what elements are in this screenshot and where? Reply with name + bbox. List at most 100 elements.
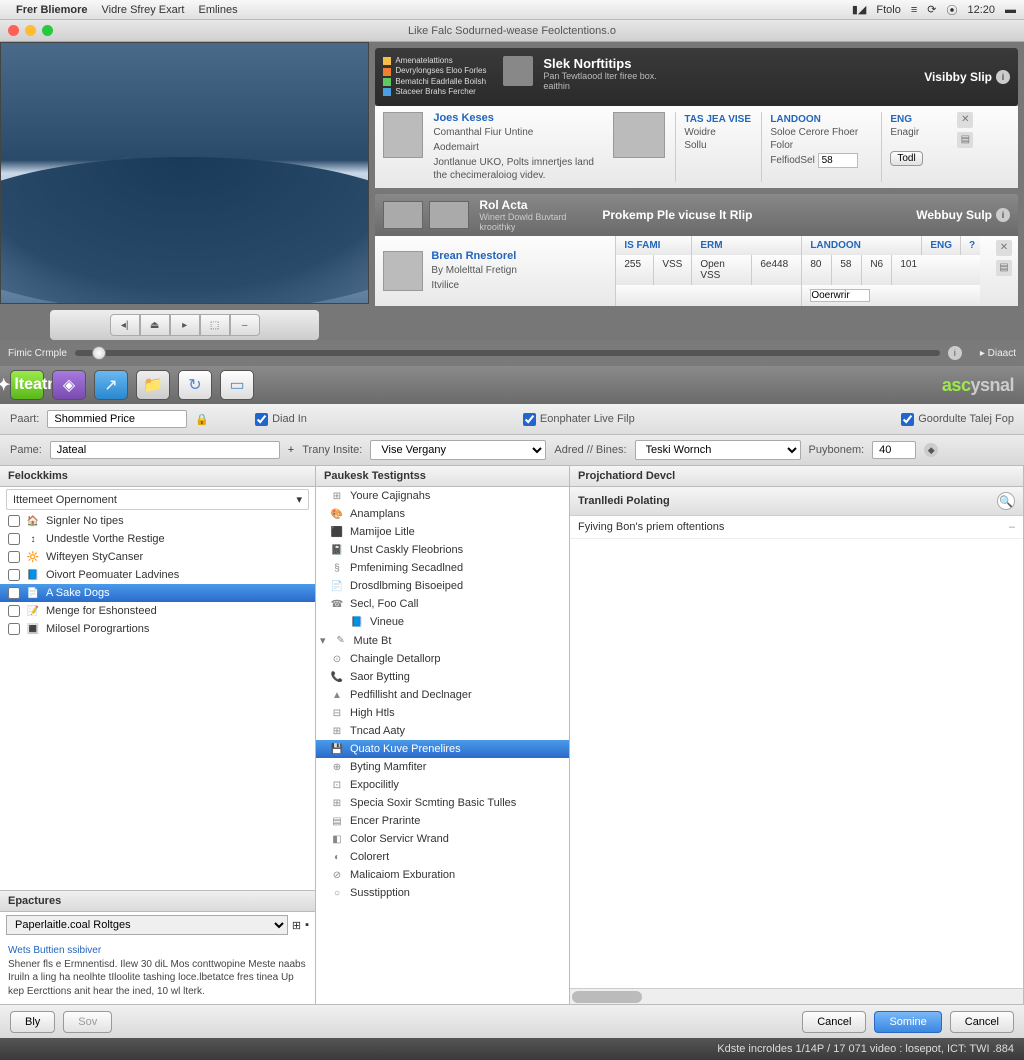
category-select[interactable]: Ittemeet Opernoment▾ (6, 489, 309, 510)
cancel-button[interactable]: Cancel (950, 1011, 1014, 1033)
list-item[interactable]: §Pmfeniming Secadlned (316, 559, 569, 577)
card-link[interactable]: Visibby Slipi (924, 56, 1010, 98)
list-item[interactable]: 🎨Anamplans (316, 505, 569, 523)
list-item[interactable]: ⊟High Htls (316, 704, 569, 722)
eonphater-checkbox[interactable]: Eonphater Live Filp (523, 413, 635, 426)
tree-checkbox[interactable] (8, 605, 20, 617)
goordulte-checkbox[interactable]: Goordulte Talej Fop (901, 413, 1014, 426)
tree-checkbox[interactable] (8, 533, 20, 545)
info-icon[interactable]: i (996, 70, 1010, 84)
more-icon[interactable]: ▪ (305, 919, 309, 931)
tree-item[interactable]: ↕Undestle Vorthe Restige (0, 530, 315, 548)
diad-checkbox[interactable]: Diad In (255, 413, 307, 426)
list-item[interactable]: ⬛Mamijoe Litle (316, 523, 569, 541)
list-item[interactable]: ○Susstipption (316, 884, 569, 902)
tree-checkbox[interactable] (8, 551, 20, 563)
menu-item[interactable]: Frer Bliemore (16, 4, 88, 16)
todl-button[interactable]: Todl (890, 151, 922, 166)
list-item[interactable]: ☎Secl, Foo Call (316, 595, 569, 613)
item-name-link[interactable]: Joes Keses (433, 112, 603, 124)
slider-thumb[interactable] (92, 346, 106, 360)
prev-button[interactable]: ◂| (110, 314, 140, 336)
stop-button[interactable]: ⬚ (200, 314, 230, 336)
tree-item[interactable]: 📘Oivort Peomuater Ladvines (0, 566, 315, 584)
tree-checkbox[interactable] (8, 515, 20, 527)
list-item[interactable]: 📄Drosdlbming Bisoeiped (316, 577, 569, 595)
tool-button[interactable]: ▭ (220, 370, 254, 400)
list-item[interactable]: ⊘Malicaiom Exburation (316, 866, 569, 884)
lock-icon[interactable]: 🔒 (195, 413, 209, 426)
time-slider[interactable] (75, 350, 940, 356)
cancel-button[interactable]: Cancel (802, 1011, 866, 1033)
list-item[interactable]: ◐Colorert (316, 848, 569, 866)
stepper-icon[interactable]: ◆ (924, 443, 938, 457)
folder-button[interactable]: 📁 (136, 370, 170, 400)
zoom-window-icon[interactable] (42, 25, 53, 36)
item-name-link[interactable]: Brean Rnestorel (431, 250, 597, 262)
close-window-icon[interactable] (8, 25, 19, 36)
list-item[interactable]: 💾Quato Kuve Prenelires (316, 740, 569, 758)
card-link[interactable]: Webbuy Sulpi (916, 208, 1010, 222)
tool-button[interactable]: ◈ (52, 370, 86, 400)
minimize-window-icon[interactable] (25, 25, 36, 36)
info-icon[interactable]: i (948, 346, 962, 360)
tree-item[interactable]: 📄A Sake Dogs (0, 584, 315, 602)
list-item[interactable]: 📘Vineue (316, 613, 569, 631)
menu-item[interactable]: Emlines (198, 4, 237, 16)
tree-item[interactable]: 🔳Milosel Porogrartions (0, 620, 315, 638)
overwrite-input[interactable] (810, 289, 870, 302)
tree-item[interactable]: 🔆Wifteyen StyCanser (0, 548, 315, 566)
list-item[interactable]: ⊙Chaingle Detallorp (316, 650, 569, 668)
feature-select[interactable]: Paperlaitle.coal Roltges (6, 915, 288, 935)
play-button[interactable]: ▸ (170, 314, 200, 336)
menu-icon[interactable]: ≡ (911, 4, 917, 16)
paart-input[interactable] (47, 410, 187, 428)
menu-item[interactable]: Vidre Sfrey Exart (102, 4, 185, 16)
add-icon[interactable]: + (288, 444, 294, 456)
item-icon: 🔳 (26, 623, 40, 635)
pame-input[interactable] (50, 441, 280, 459)
tree-item[interactable]: 📝Menge for Eshonsteed (0, 602, 315, 620)
list-item[interactable]: ⊕Byting Mamfiter (316, 758, 569, 776)
list-item[interactable]: ▾✎Mute Bt (316, 631, 569, 650)
tool-button[interactable]: ↗ (94, 370, 128, 400)
bly-button[interactable]: Bly (10, 1011, 55, 1033)
horizontal-scrollbar[interactable] (570, 988, 1023, 1004)
list-item[interactable]: ⊞Tncad Aaty (316, 722, 569, 740)
list-item[interactable]: ⊡Expocilitly (316, 776, 569, 794)
tree-item[interactable]: 🏠Signler No tipes (0, 512, 315, 530)
search-icon[interactable]: 🔍 (997, 492, 1015, 510)
tree-checkbox[interactable] (8, 569, 20, 581)
adred-label: Adred // Bines: (554, 444, 626, 456)
puy-input[interactable] (872, 441, 916, 459)
list-item[interactable]: ▤Encer Prarinte (316, 812, 569, 830)
item-icon: 🔆 (26, 551, 40, 563)
tool-button[interactable]: ↻ (178, 370, 212, 400)
list-item[interactable]: 📓Unst Caskly Fleobrions (316, 541, 569, 559)
tree-checkbox[interactable] (8, 587, 20, 599)
list-item[interactable]: ▲Pedfillisht and Declnager (316, 686, 569, 704)
list-item[interactable]: ◧Color Servicr Wrand (316, 830, 569, 848)
sync-icon[interactable]: ⟳ (927, 3, 936, 16)
list-item[interactable]: ⊞Youre Cajignahs (316, 487, 569, 505)
trany-select[interactable]: Vise Vergany (370, 440, 546, 460)
main-action-button[interactable]: ✦lteatn (10, 370, 44, 400)
somine-button[interactable]: Somine (874, 1011, 941, 1033)
field-input[interactable] (818, 153, 858, 168)
adred-select[interactable]: Teski Wornch (635, 440, 801, 460)
info-icon[interactable]: i (996, 208, 1010, 222)
list-icon[interactable]: ▤ (996, 260, 1012, 276)
eject-button[interactable]: ⏏ (140, 314, 170, 336)
detail-line[interactable]: Fyiving Bon's priem oftentions– (570, 516, 1023, 539)
tree-checkbox[interactable] (8, 623, 20, 635)
list-item[interactable]: ⊞Specia Soxir Scmting Basic Tulles (316, 794, 569, 812)
config-icon[interactable]: ⊞ (292, 919, 301, 932)
close-icon[interactable]: ✕ (996, 240, 1012, 256)
diact-label[interactable]: ▸ Diaact (980, 348, 1016, 359)
list-item[interactable]: 📞Saor Bytting (316, 668, 569, 686)
next-button[interactable]: – (230, 314, 260, 336)
video-preview[interactable] (0, 42, 369, 304)
list-icon[interactable]: ▤ (957, 132, 973, 148)
close-icon[interactable]: ✕ (957, 112, 973, 128)
sov-button[interactable]: Sov (63, 1011, 112, 1033)
